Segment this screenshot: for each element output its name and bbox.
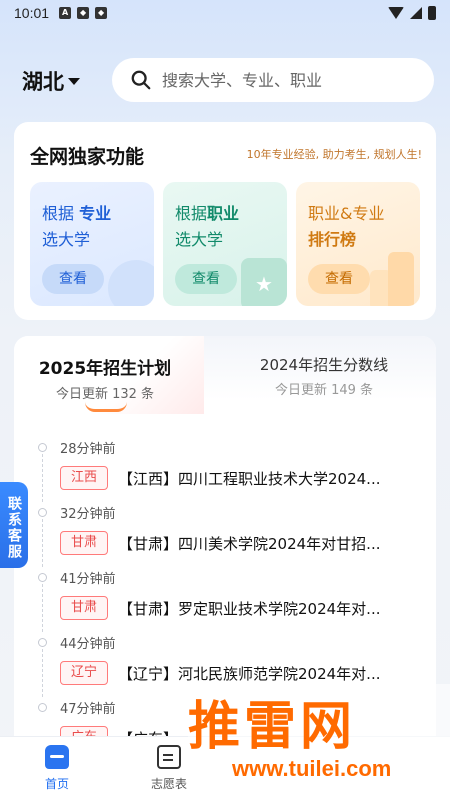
item-time: 41分钟前 — [60, 572, 116, 587]
caret-down-icon — [68, 77, 80, 85]
province-tag: 甘肃 — [60, 531, 108, 555]
contact-service-button[interactable]: 联系客服 — [0, 482, 28, 568]
card-line2: 选大学 — [42, 230, 91, 249]
card-rankings[interactable]: 职业&专业 排行榜 查看 — [296, 182, 420, 306]
search-icon — [131, 70, 151, 90]
card-line1: 根据 专业 — [42, 204, 112, 223]
item-time: 47分钟前 — [60, 702, 116, 717]
status-right — [388, 6, 436, 20]
top-bar: 湖北 — [0, 56, 450, 104]
timeline-line — [42, 519, 43, 567]
feature-panel: 全网独家功能 10年专业经验, 助力考生, 规划人生! 根据 专业 选大学 查看… — [14, 122, 436, 320]
search-input[interactable] — [162, 70, 402, 90]
list-item[interactable]: 28分钟前 江西 【江西】四川工程职业技术大学2024... — [14, 434, 436, 502]
city-selector[interactable]: 湖北 — [22, 66, 80, 96]
view-button[interactable]: 查看 — [308, 264, 370, 294]
timeline-line — [42, 454, 43, 502]
shield-icon: ◆ — [77, 7, 90, 19]
feature-title: 全网独家功能 — [30, 146, 145, 168]
document-icon — [157, 745, 181, 769]
status-time: 10:01 — [14, 5, 50, 21]
card-line1: 职业&专业 — [308, 204, 385, 223]
timeline-line — [42, 584, 43, 632]
timeline-dot — [38, 573, 47, 582]
list-item[interactable]: 41分钟前 甘肃 【甘肃】罗定职业技术学院2024年对... — [14, 564, 436, 632]
card-line1: 根据职业 — [175, 204, 240, 223]
item-title: 【甘肃】罗定职业技术学院2024年对... — [118, 600, 381, 618]
nav-home-label: 首页 — [44, 777, 69, 791]
item-title: 【江西】四川工程职业技术大学2024... — [118, 470, 381, 488]
tab-subtitle: 今日更新 132 条 — [55, 387, 155, 402]
status-bar: 10:01 A ◆ ◆ — [0, 0, 450, 26]
shield-icon: ◆ — [95, 7, 108, 19]
tab-subtitle: 今日更新 149 条 — [274, 383, 374, 398]
nav-application-label: 志愿表 — [150, 777, 187, 791]
bar-chart-icon — [388, 252, 414, 306]
card-career-to-university[interactable]: ★ 根据职业 选大学 查看 — [163, 182, 287, 306]
tab-title: 2025年招生计划 — [38, 359, 172, 379]
search-bar[interactable] — [112, 58, 434, 102]
folder-star-icon: ★ — [241, 258, 287, 306]
active-tab-indicator — [85, 402, 127, 412]
card-line2: 排行榜 — [308, 230, 357, 249]
tab-title: 2024年招生分数线 — [259, 356, 389, 374]
province-tag: 江西 — [60, 466, 108, 490]
wifi-icon — [388, 7, 404, 19]
province-tag: 辽宁 — [60, 661, 108, 685]
item-time: 44分钟前 — [60, 637, 116, 652]
card-line2: 选大学 — [175, 230, 224, 249]
province-tag: 甘肃 — [60, 596, 108, 620]
nav-home[interactable]: 首页 — [22, 745, 92, 792]
list-item[interactable]: 32分钟前 甘肃 【甘肃】四川美术学院2024年对甘招... — [14, 499, 436, 567]
timeline-dot — [38, 703, 47, 712]
timeline-dot — [38, 508, 47, 517]
view-button[interactable]: 查看 — [42, 264, 104, 294]
item-time: 28分钟前 — [60, 442, 116, 457]
watermark-text: 推雷网 — [188, 697, 357, 757]
item-title: 【辽宁】河北民族师范学院2024年对... — [118, 665, 381, 683]
card-major-to-university[interactable]: 根据 专业 选大学 查看 — [30, 182, 154, 306]
city-label: 湖北 — [22, 70, 64, 94]
watermark: 推雷网 www.tuilei.com — [188, 684, 450, 800]
home-icon — [45, 745, 69, 769]
timeline-dot — [38, 638, 47, 647]
timeline-line — [42, 649, 43, 697]
timeline-dot — [38, 443, 47, 452]
signal-icon — [410, 7, 422, 19]
tab-enrollment-plan[interactable]: 2025年招生计划 今日更新 132 条 — [30, 354, 180, 402]
item-title: 【甘肃】四川美术学院2024年对甘招... — [118, 535, 381, 553]
notification-icon: A — [59, 7, 72, 19]
battery-icon — [428, 6, 436, 20]
tab-score-line[interactable]: 2024年招生分数线 今日更新 149 条 — [244, 354, 404, 398]
view-button[interactable]: 查看 — [175, 264, 237, 294]
watermark-url: www.tuilei.com — [232, 756, 392, 781]
leaf-icon — [108, 260, 154, 306]
feature-slogan: 10年专业经验, 助力考生, 规划人生! — [246, 148, 422, 161]
item-time: 32分钟前 — [60, 507, 116, 522]
